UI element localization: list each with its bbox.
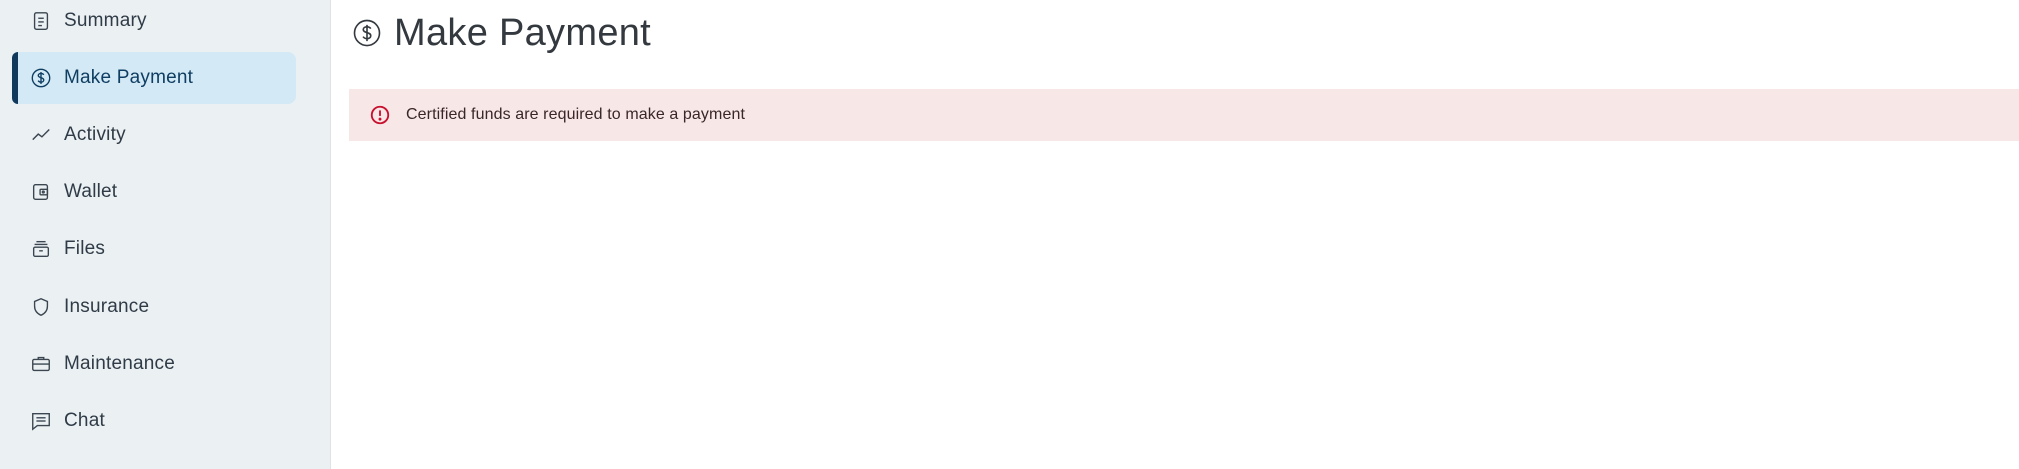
- sidebar-item-make-payment[interactable]: Make Payment: [12, 52, 296, 104]
- sidebar-item-chat[interactable]: Chat: [12, 395, 296, 447]
- sidebar-item-label: Activity: [64, 124, 126, 145]
- sidebar-item-insurance[interactable]: Insurance: [12, 281, 296, 333]
- sidebar-item-files[interactable]: Files: [12, 223, 296, 275]
- sidebar-item-label: Chat: [64, 410, 105, 431]
- sidebar-item-label: Summary: [64, 10, 147, 31]
- sidebar-item-activity[interactable]: Activity: [12, 109, 296, 161]
- sidebar-item-label: Wallet: [64, 181, 118, 202]
- sidebar-item-maintenance[interactable]: Maintenance: [12, 338, 296, 390]
- dollar-circle-icon: [30, 67, 52, 89]
- sidebar: Summary Make Payment Activity Wallet Fil…: [0, 0, 331, 469]
- sidebar-item-wallet[interactable]: Wallet: [12, 166, 296, 218]
- main-content: Make Payment Certified funds are require…: [332, 0, 2019, 469]
- dollar-circle-icon: [352, 18, 382, 48]
- briefcase-icon: [30, 353, 52, 375]
- page-title: Make Payment: [394, 11, 652, 54]
- chat-icon: [30, 410, 52, 432]
- sidebar-item-summary[interactable]: Summary: [12, 0, 296, 47]
- summary-icon: [30, 10, 52, 32]
- alert-circle-icon: [369, 104, 391, 126]
- sidebar-item-label: Maintenance: [64, 353, 175, 374]
- error-alert: Certified funds are required to make a p…: [349, 89, 2019, 141]
- app: Summary Make Payment Activity Wallet Fil…: [0, 0, 2019, 469]
- wallet-icon: [30, 181, 52, 203]
- sidebar-item-label: Insurance: [64, 296, 150, 317]
- alert-message: Certified funds are required to make a p…: [406, 106, 745, 123]
- sidebar-item-label: Files: [64, 238, 106, 259]
- activity-icon: [30, 124, 52, 146]
- files-icon: [30, 238, 52, 260]
- page-header: Make Payment: [352, 8, 651, 58]
- sidebar-item-label: Make Payment: [64, 67, 194, 88]
- shield-icon: [30, 296, 52, 318]
